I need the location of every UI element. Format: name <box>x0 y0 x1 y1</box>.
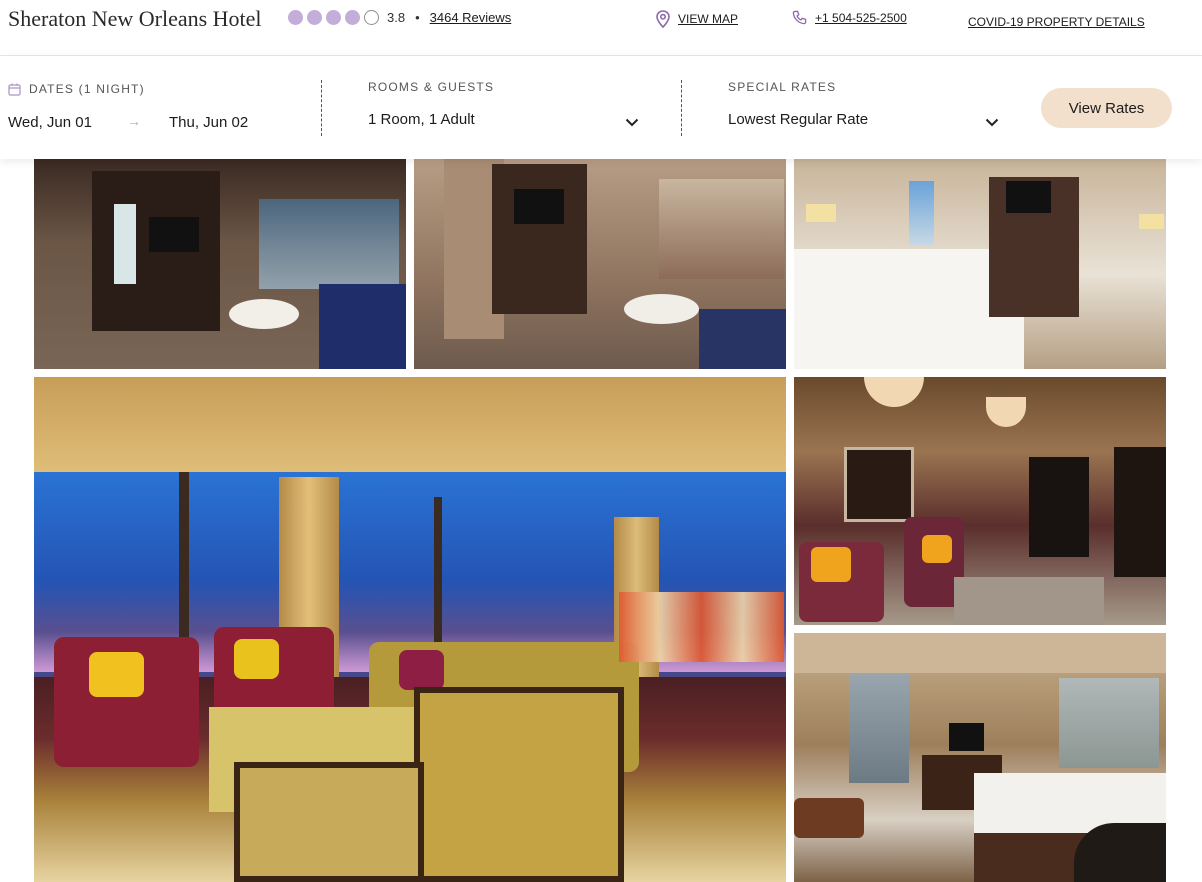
rating-dot-filled <box>307 10 322 25</box>
photo-suite-living-room[interactable] <box>34 159 406 369</box>
view-rates-button[interactable]: View Rates <box>1041 88 1172 128</box>
calendar-icon <box>8 83 21 96</box>
photo-corner-king-room[interactable] <box>794 633 1166 882</box>
dates-label-text: DATES (1 NIGHT) <box>29 82 145 96</box>
view-map-link[interactable]: VIEW MAP <box>656 10 738 28</box>
dates-section-label: DATES (1 NIGHT) <box>8 82 145 96</box>
reviews-link[interactable]: 3464 Reviews <box>430 10 512 25</box>
phone-number: +1 504-525-2500 <box>815 10 907 25</box>
check-out-date[interactable]: Thu, Jun 02 <box>169 114 248 131</box>
photo-suite-living-room-tv[interactable] <box>414 159 786 369</box>
special-rates-label: SPECIAL RATES <box>728 80 837 94</box>
rating-value: 3.8 <box>387 10 406 25</box>
check-in-date[interactable]: Wed, Jun 01 <box>8 114 92 131</box>
section-divider <box>681 80 682 136</box>
covid-details-link[interactable]: COVID-19 PROPERTY DETAILS <box>968 15 1145 29</box>
arrow-right-icon: → <box>127 113 141 129</box>
view-map-label: VIEW MAP <box>678 12 739 26</box>
hotel-header: Sheraton New Orleans Hotel 3.8 • 3464 Re… <box>0 0 1202 56</box>
rating-dot-filled <box>326 10 341 25</box>
rating-dot-filled <box>345 10 360 25</box>
photo-suite-lounge[interactable] <box>794 377 1166 625</box>
separator-bullet: • <box>415 10 420 25</box>
booking-bar: DATES (1 NIGHT) Wed, Jun 01 → Thu, Jun 0… <box>0 56 1202 159</box>
rating-dot-filled <box>288 10 303 25</box>
special-rates-select[interactable]: Lowest Regular Rate <box>728 111 868 128</box>
map-pin-icon <box>656 10 670 28</box>
rooms-guests-label: ROOMS & GUESTS <box>368 80 495 94</box>
section-divider <box>321 80 322 136</box>
phone-link[interactable]: +1 504-525-2500 <box>792 10 907 25</box>
phone-icon <box>792 10 807 25</box>
photo-guest-bedroom[interactable] <box>794 159 1166 369</box>
chevron-down-icon[interactable] <box>985 114 999 130</box>
hotel-name: Sheraton New Orleans Hotel <box>8 6 262 31</box>
chevron-down-icon[interactable] <box>625 114 639 130</box>
rating-dot-empty <box>364 10 379 25</box>
rating-summary: 3.8 • 3464 Reviews <box>288 10 511 25</box>
rooms-guests-select[interactable]: 1 Room, 1 Adult <box>368 111 475 128</box>
photo-presidential-suite-living-room[interactable] <box>34 377 786 882</box>
